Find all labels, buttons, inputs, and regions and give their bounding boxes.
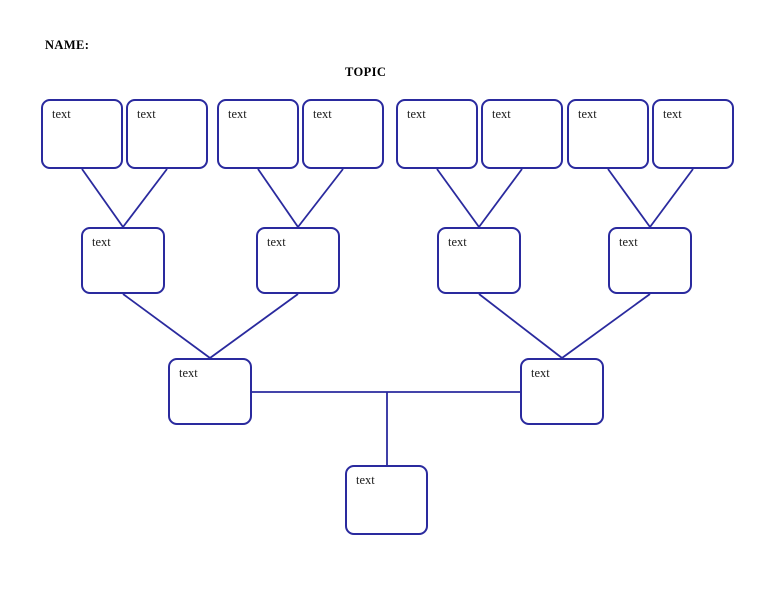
node-box-g1-1[interactable]: text [41,99,123,169]
node-box-g1-7[interactable]: text [567,99,649,169]
node-label: text [137,107,156,121]
node-box-g2-4[interactable]: text [608,227,692,294]
node-box-g1-8[interactable]: text [652,99,734,169]
node-box-g2-3[interactable]: text [437,227,521,294]
connector-line-diagonal [607,168,651,228]
connector-line-diagonal [122,293,211,359]
node-label: text [448,235,467,249]
node-box-g1-4[interactable]: text [302,99,384,169]
node-label: text [52,107,71,121]
connector-line-diagonal [209,293,299,359]
connector-line-diagonal [649,168,694,228]
node-box-g2-1[interactable]: text [81,227,165,294]
name-label: NAME: [45,38,90,52]
node-label: text [619,235,638,249]
node-box-g1-3[interactable]: text [217,99,299,169]
node-box-g2-2[interactable]: text [256,227,340,294]
node-label: text [313,107,332,121]
node-box-g1-2[interactable]: text [126,99,208,169]
node-label: text [492,107,511,121]
node-box-g3-2[interactable]: text [520,358,604,425]
connector-line-diagonal [257,168,299,228]
genogram-worksheet: NAME: TOPIC text text text text text text text… [0,0,776,600]
connector-line-diagonal [436,168,480,228]
connector-line-diagonal [478,168,523,228]
connector-line-diagonal [122,168,168,228]
node-label: text [663,107,682,121]
node-box-g4-1[interactable]: text [345,465,428,535]
connector-line-diagonal [478,293,563,359]
node-label: text [228,107,247,121]
node-label: text [356,473,375,487]
node-label: text [267,235,286,249]
node-label: text [179,366,198,380]
connector-line-diagonal [81,168,124,228]
node-label: text [407,107,426,121]
connector-line-diagonal [561,293,651,359]
node-box-g1-5[interactable]: text [396,99,478,169]
node-label: text [578,107,597,121]
topic-label: TOPIC [345,65,387,79]
node-box-g1-6[interactable]: text [481,99,563,169]
connector-line-diagonal [297,168,344,228]
node-box-g3-1[interactable]: text [168,358,252,425]
node-label: text [92,235,111,249]
node-label: text [531,366,550,380]
